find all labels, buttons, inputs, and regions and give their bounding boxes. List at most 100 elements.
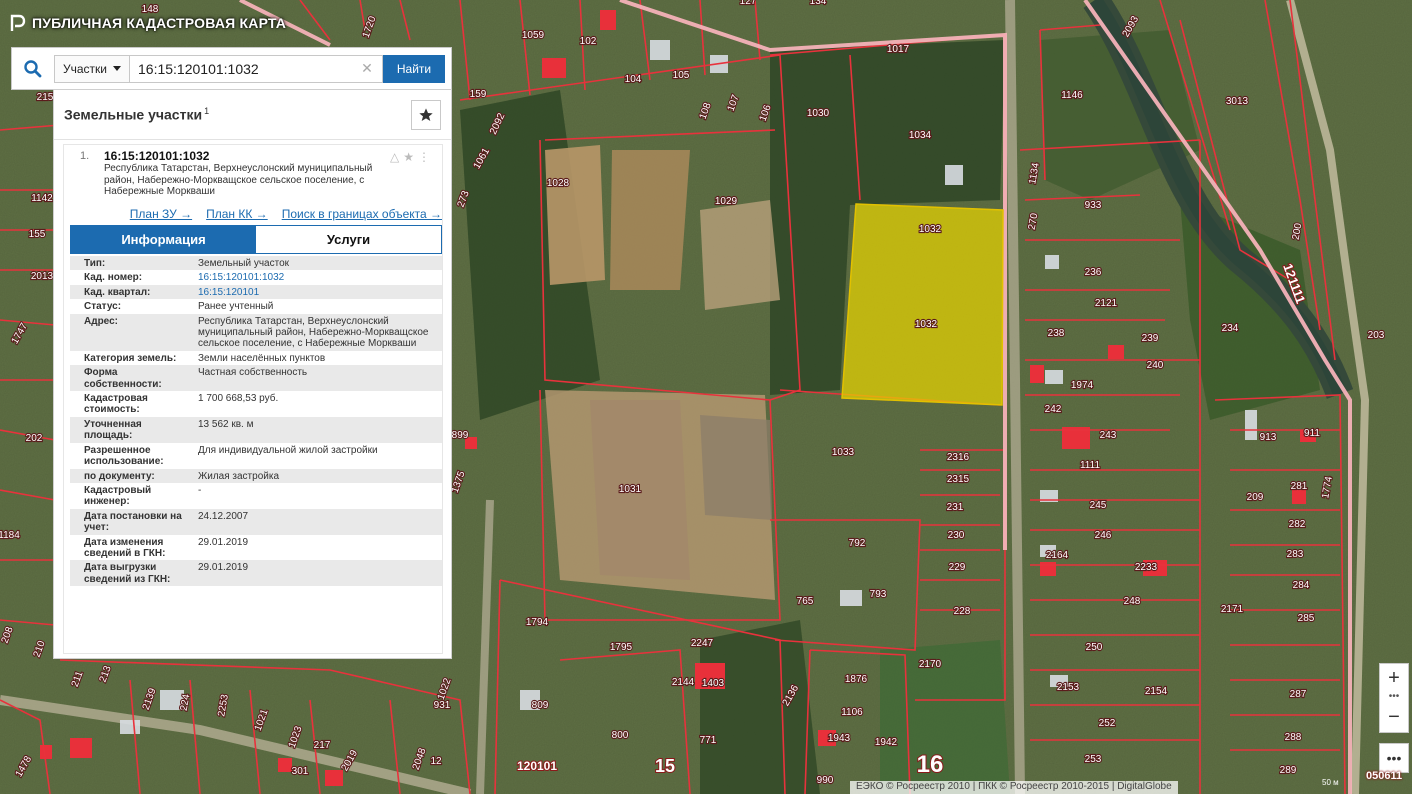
attribute-value: Земли населённых пунктов xyxy=(194,350,442,366)
plot-label: 243 xyxy=(1100,430,1117,441)
attribute-value: Ранее учтенный xyxy=(194,299,442,314)
zoom-slider-handle[interactable]: ••• xyxy=(1389,692,1400,703)
plot-label: 1146 xyxy=(1061,90,1083,101)
attribute-row: Разрешенное использование: Для индивидуал… xyxy=(70,442,442,469)
attribute-value: 13 562 кв. м xyxy=(194,416,442,443)
attribute-value: 29.01.2019 xyxy=(194,560,442,587)
zoom-control: + ••• − xyxy=(1379,663,1409,733)
plot-label: 248 xyxy=(1124,596,1141,607)
plot-label: 102 xyxy=(580,36,597,47)
plot-label: 253 xyxy=(1085,754,1102,765)
plot-label: 1876 xyxy=(845,674,868,685)
plot-label: 792 xyxy=(849,538,866,549)
attribute-key: по документу: xyxy=(70,468,194,483)
plot-label: 240 xyxy=(1147,360,1164,371)
attribute-key: Дата выгрузки сведений из ГКН: xyxy=(70,560,194,587)
search-input-wrap: ✕ xyxy=(130,54,383,83)
plot-label: 12 xyxy=(430,756,442,767)
attribute-row: Тип: Земельный участок xyxy=(70,256,442,271)
quarter-label: 120101 xyxy=(517,759,557,773)
star-icon xyxy=(419,107,433,121)
plot-label: 1111 xyxy=(1080,460,1100,471)
attribute-row: Дата изменения сведений в ГКН: 29.01.2019 xyxy=(70,534,442,561)
plot-label: 913 xyxy=(1260,432,1277,443)
tab-services[interactable]: Услуги xyxy=(256,226,441,253)
plot-label: 809 xyxy=(532,700,549,711)
plot-label: 2121 xyxy=(1095,298,1118,309)
attribute-row: Кадастровая стоимость: 1 700 668,53 руб. xyxy=(70,391,442,417)
plot-label: 209 xyxy=(1247,492,1264,503)
plot-label: 230 xyxy=(948,530,965,541)
plot-label: 2247 xyxy=(691,638,714,649)
plot-label: 236 xyxy=(1085,267,1102,278)
pkk-logo-icon xyxy=(10,14,26,31)
attribute-row: по документу: Жилая застройка xyxy=(70,468,442,483)
attribute-row: Адрес: Республика Татарстан, Верхнеуслонс… xyxy=(70,313,442,351)
plot-label: 238 xyxy=(1048,328,1065,339)
attribute-value[interactable]: 16:15:120101:1032 xyxy=(194,270,442,285)
attribute-key: Кадастровая стоимость: xyxy=(70,391,194,417)
plot-label: 1028 xyxy=(547,178,570,189)
favorite-button[interactable] xyxy=(411,99,441,130)
plot-label: 2233 xyxy=(1135,562,1158,573)
attribute-row: Уточненная площадь: 13 562 кв. м xyxy=(70,416,442,443)
zoom-out-button[interactable]: − xyxy=(1380,703,1408,732)
star-outline-icon[interactable]: ★ xyxy=(403,150,414,164)
attribute-row: Кад. квартал: 16:15:120101 xyxy=(70,284,442,300)
search-input[interactable] xyxy=(138,60,360,77)
result-index: 1. xyxy=(80,150,90,162)
result-card[interactable]: 1. 16:15:120101:1032 Республика Татарста… xyxy=(63,144,443,654)
attribute-key: Адрес: xyxy=(70,313,194,351)
attribute-key: Разрешенное использование: xyxy=(70,442,194,469)
plot-label: 217 xyxy=(314,740,331,751)
plot-label: 203 xyxy=(1368,330,1385,341)
attribute-key: Форма собственности: xyxy=(70,365,194,392)
clear-icon[interactable]: ✕ xyxy=(360,60,374,77)
search-icon[interactable] xyxy=(12,48,54,89)
result-count: 1 xyxy=(204,106,210,117)
attribute-value: 29.01.2019 xyxy=(194,534,442,561)
attribute-value: Земельный участок xyxy=(194,256,442,271)
plot-label: 287 xyxy=(1290,689,1307,700)
plot-label: 1033 xyxy=(832,447,855,458)
plot-label: 911 xyxy=(1304,428,1320,439)
plot-label: 3013 xyxy=(1226,96,1249,107)
plot-label: 2154 xyxy=(1145,686,1168,697)
find-button[interactable]: Найти xyxy=(383,54,445,83)
plot-label: 229 xyxy=(949,562,966,573)
plot-label: 1403 xyxy=(702,678,725,689)
plot-label: 2013 xyxy=(31,271,54,282)
tab-information[interactable]: Информация xyxy=(71,226,256,253)
zoom-in-button[interactable]: + xyxy=(1380,664,1408,693)
attribute-value: Республика Татарстан, Верхнеуслонский му… xyxy=(194,313,442,351)
attribute-key: Тип: xyxy=(70,256,194,271)
attribute-row: Кадастровый инженер: - xyxy=(70,482,442,509)
plot-label: 104 xyxy=(625,74,642,85)
plot-label: 931 xyxy=(434,700,451,711)
plot-label: 155 xyxy=(29,229,46,240)
map-attribution: ЕЭКО © Росреестр 2010 | ПКК © Росреестр … xyxy=(850,781,1178,794)
plot-label: 2170 xyxy=(919,659,942,670)
quarter-label: 16 xyxy=(917,751,944,778)
plot-label: 1032 xyxy=(919,224,942,235)
attribute-key: Кадастровый инженер: xyxy=(70,482,194,509)
plot-label: 245 xyxy=(1090,500,1107,511)
quarter-label: 15 xyxy=(655,756,675,776)
scale-label: 50 м xyxy=(1322,778,1339,787)
category-select[interactable]: Участки xyxy=(54,54,130,83)
attribute-value: - xyxy=(194,482,442,509)
plot-label: 933 xyxy=(1085,200,1102,211)
result-cadnum[interactable]: 16:15:120101:1032 xyxy=(104,149,434,163)
plot-label: 793 xyxy=(870,589,887,600)
more-icon[interactable]: ⋮ xyxy=(418,150,430,164)
result-head: 1. 16:15:120101:1032 Республика Татарста… xyxy=(64,145,442,217)
plot-label: 215 xyxy=(37,92,54,103)
more-tools-button[interactable]: ••• xyxy=(1379,743,1409,773)
warning-icon[interactable]: △ xyxy=(390,150,399,164)
plot-label: 283 xyxy=(1287,549,1304,560)
attribute-value[interactable]: 16:15:120101 xyxy=(194,284,442,300)
attribute-key: Категория земель: xyxy=(70,350,194,366)
plot-label: 990 xyxy=(817,775,834,786)
plot-label: 2153 xyxy=(1057,682,1080,693)
plot-label: 1029 xyxy=(715,196,738,207)
